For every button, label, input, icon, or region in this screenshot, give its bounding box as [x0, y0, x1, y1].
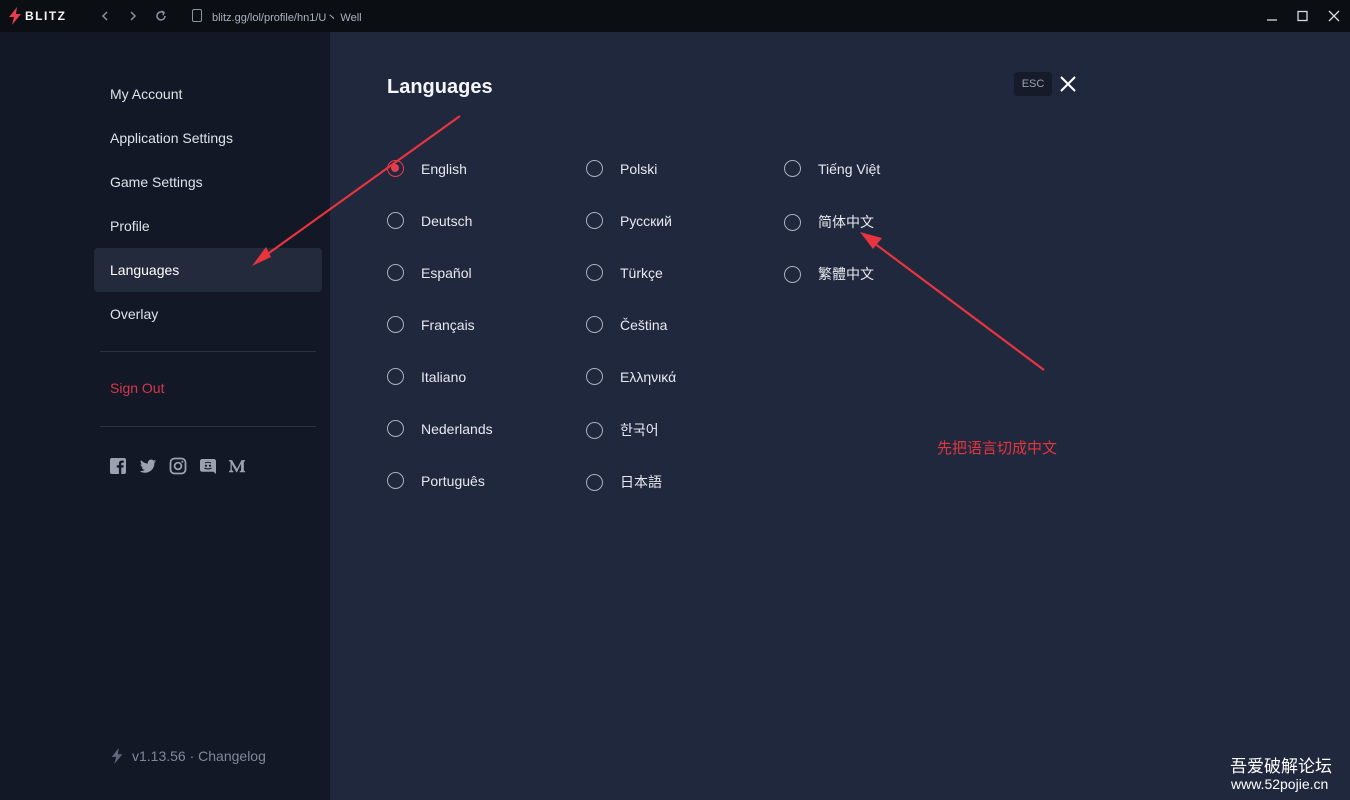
sidebar-item-languages[interactable]: Languages	[94, 248, 322, 292]
facebook-icon[interactable]	[109, 457, 127, 475]
maximize-button[interactable]	[1291, 6, 1313, 26]
minimize-icon	[1267, 19, 1277, 21]
language-option-italiano[interactable]: Italiano	[387, 368, 466, 385]
language-label: Deutsch	[421, 212, 473, 229]
radio[interactable]	[586, 421, 603, 439]
radio[interactable]	[387, 472, 404, 489]
sidebar-divider	[100, 426, 316, 427]
language-option-nederlands[interactable]: Nederlands	[387, 420, 493, 437]
settings-sidebar: My Account Application Settings Game Set…	[0, 32, 330, 800]
language-option-cestina[interactable]: Čeština	[586, 316, 667, 333]
language-option-english[interactable]: English	[387, 160, 467, 177]
watermark-title: 吾爱破解论坛	[1230, 757, 1332, 776]
language-label: Polski	[620, 160, 658, 177]
back-button[interactable]	[96, 7, 114, 25]
language-label: 한국어	[620, 422, 659, 438]
brand-name: BLITZ	[25, 9, 67, 23]
radio[interactable]	[387, 316, 404, 333]
radio[interactable]	[586, 160, 603, 177]
radio[interactable]	[586, 316, 603, 333]
reload-button[interactable]	[152, 7, 170, 25]
page-title: Languages	[387, 76, 493, 98]
radio[interactable]	[387, 420, 404, 437]
close-icon	[1328, 10, 1340, 22]
sidebar-item-overlay[interactable]: Overlay	[94, 292, 322, 336]
radio[interactable]	[586, 473, 603, 491]
window-close-button[interactable]	[1323, 6, 1345, 26]
radio[interactable]	[387, 368, 404, 385]
bolt-icon	[9, 7, 21, 25]
url-bar[interactable]: blitz.gg/lol/profile/hn1/U丶 Well	[212, 9, 362, 25]
language-label: 简体中文	[818, 214, 874, 230]
sidebar-item-my-account[interactable]: My Account	[94, 72, 322, 116]
watermark-url: www.52pojie.cn	[1231, 776, 1329, 792]
language-label: Русский	[620, 212, 672, 229]
language-option-vietnamese[interactable]: Tiếng Việt	[784, 160, 880, 177]
sidebar-item-game-settings[interactable]: Game Settings	[94, 160, 322, 204]
language-option-turkce[interactable]: Türkçe	[586, 264, 663, 281]
bolt-icon	[111, 748, 123, 764]
language-option-korean[interactable]: 한국어	[586, 420, 659, 440]
radio[interactable]	[586, 368, 603, 385]
esc-hint-badge: ESC	[1014, 72, 1052, 96]
language-option-portugues[interactable]: Português	[387, 472, 485, 489]
instagram-icon[interactable]	[169, 457, 187, 475]
version-info: v1.13.56 · Changelog	[110, 748, 266, 764]
sidebar-item-application-settings[interactable]: Application Settings	[94, 116, 322, 160]
page-icon	[192, 9, 202, 22]
language-label: Italiano	[421, 368, 467, 385]
reload-icon	[156, 10, 166, 21]
language-label: English	[421, 160, 467, 177]
sign-out-button[interactable]: Sign Out	[110, 380, 164, 396]
minimize-button[interactable]	[1261, 6, 1283, 26]
radio[interactable]	[784, 160, 801, 177]
maximize-icon	[1297, 10, 1308, 22]
language-label: Français	[421, 316, 475, 333]
radio[interactable]	[387, 264, 404, 281]
radio[interactable]	[784, 265, 801, 283]
language-label: Türkçe	[620, 264, 663, 281]
language-label: Español	[421, 264, 472, 281]
title-bar: BLITZ blitz.gg/lol/profile/hn1/U丶 Well	[0, 0, 1350, 32]
twitter-icon[interactable]	[139, 457, 157, 475]
annotation-text: 先把语言切成中文	[937, 440, 1058, 457]
radio[interactable]	[586, 212, 603, 229]
forward-button[interactable]	[124, 7, 142, 25]
forward-icon	[130, 11, 137, 21]
language-option-simplified-chinese[interactable]: 简体中文	[784, 212, 874, 232]
radio[interactable]	[586, 264, 603, 281]
brand-logo[interactable]: BLITZ	[8, 7, 67, 25]
radio[interactable]	[387, 212, 404, 229]
language-label: Ελληνικά	[620, 368, 677, 385]
back-icon	[101, 11, 108, 21]
language-option-deutsch[interactable]: Deutsch	[387, 212, 472, 229]
discord-icon[interactable]	[199, 457, 217, 475]
language-label: Nederlands	[421, 420, 493, 437]
sidebar-item-profile[interactable]: Profile	[94, 204, 322, 248]
language-label: Čeština	[620, 316, 668, 333]
language-label: 日本語	[620, 474, 662, 490]
languages-panel: Languages ESC English Deutsch Español Fr…	[330, 32, 1350, 800]
language-label: Tiếng Việt	[818, 160, 881, 177]
language-option-greek[interactable]: Ελληνικά	[586, 368, 676, 385]
radio-checked[interactable]	[387, 160, 404, 177]
version-changelog-link[interactable]: v1.13.56 · Changelog	[132, 748, 266, 764]
language-label: 繁體中文	[818, 266, 874, 282]
radio[interactable]	[784, 213, 801, 231]
language-option-espanol[interactable]: Español	[387, 264, 472, 281]
language-option-traditional-chinese[interactable]: 繁體中文	[784, 264, 874, 284]
language-label: Português	[421, 472, 485, 489]
language-option-japanese[interactable]: 日本語	[586, 472, 662, 492]
medium-icon[interactable]	[228, 457, 246, 475]
sidebar-divider	[100, 351, 316, 352]
language-option-francais[interactable]: Français	[387, 316, 475, 333]
language-option-russian[interactable]: Русский	[586, 212, 672, 229]
language-option-polski[interactable]: Polski	[586, 160, 657, 177]
close-icon[interactable]	[1058, 74, 1078, 94]
